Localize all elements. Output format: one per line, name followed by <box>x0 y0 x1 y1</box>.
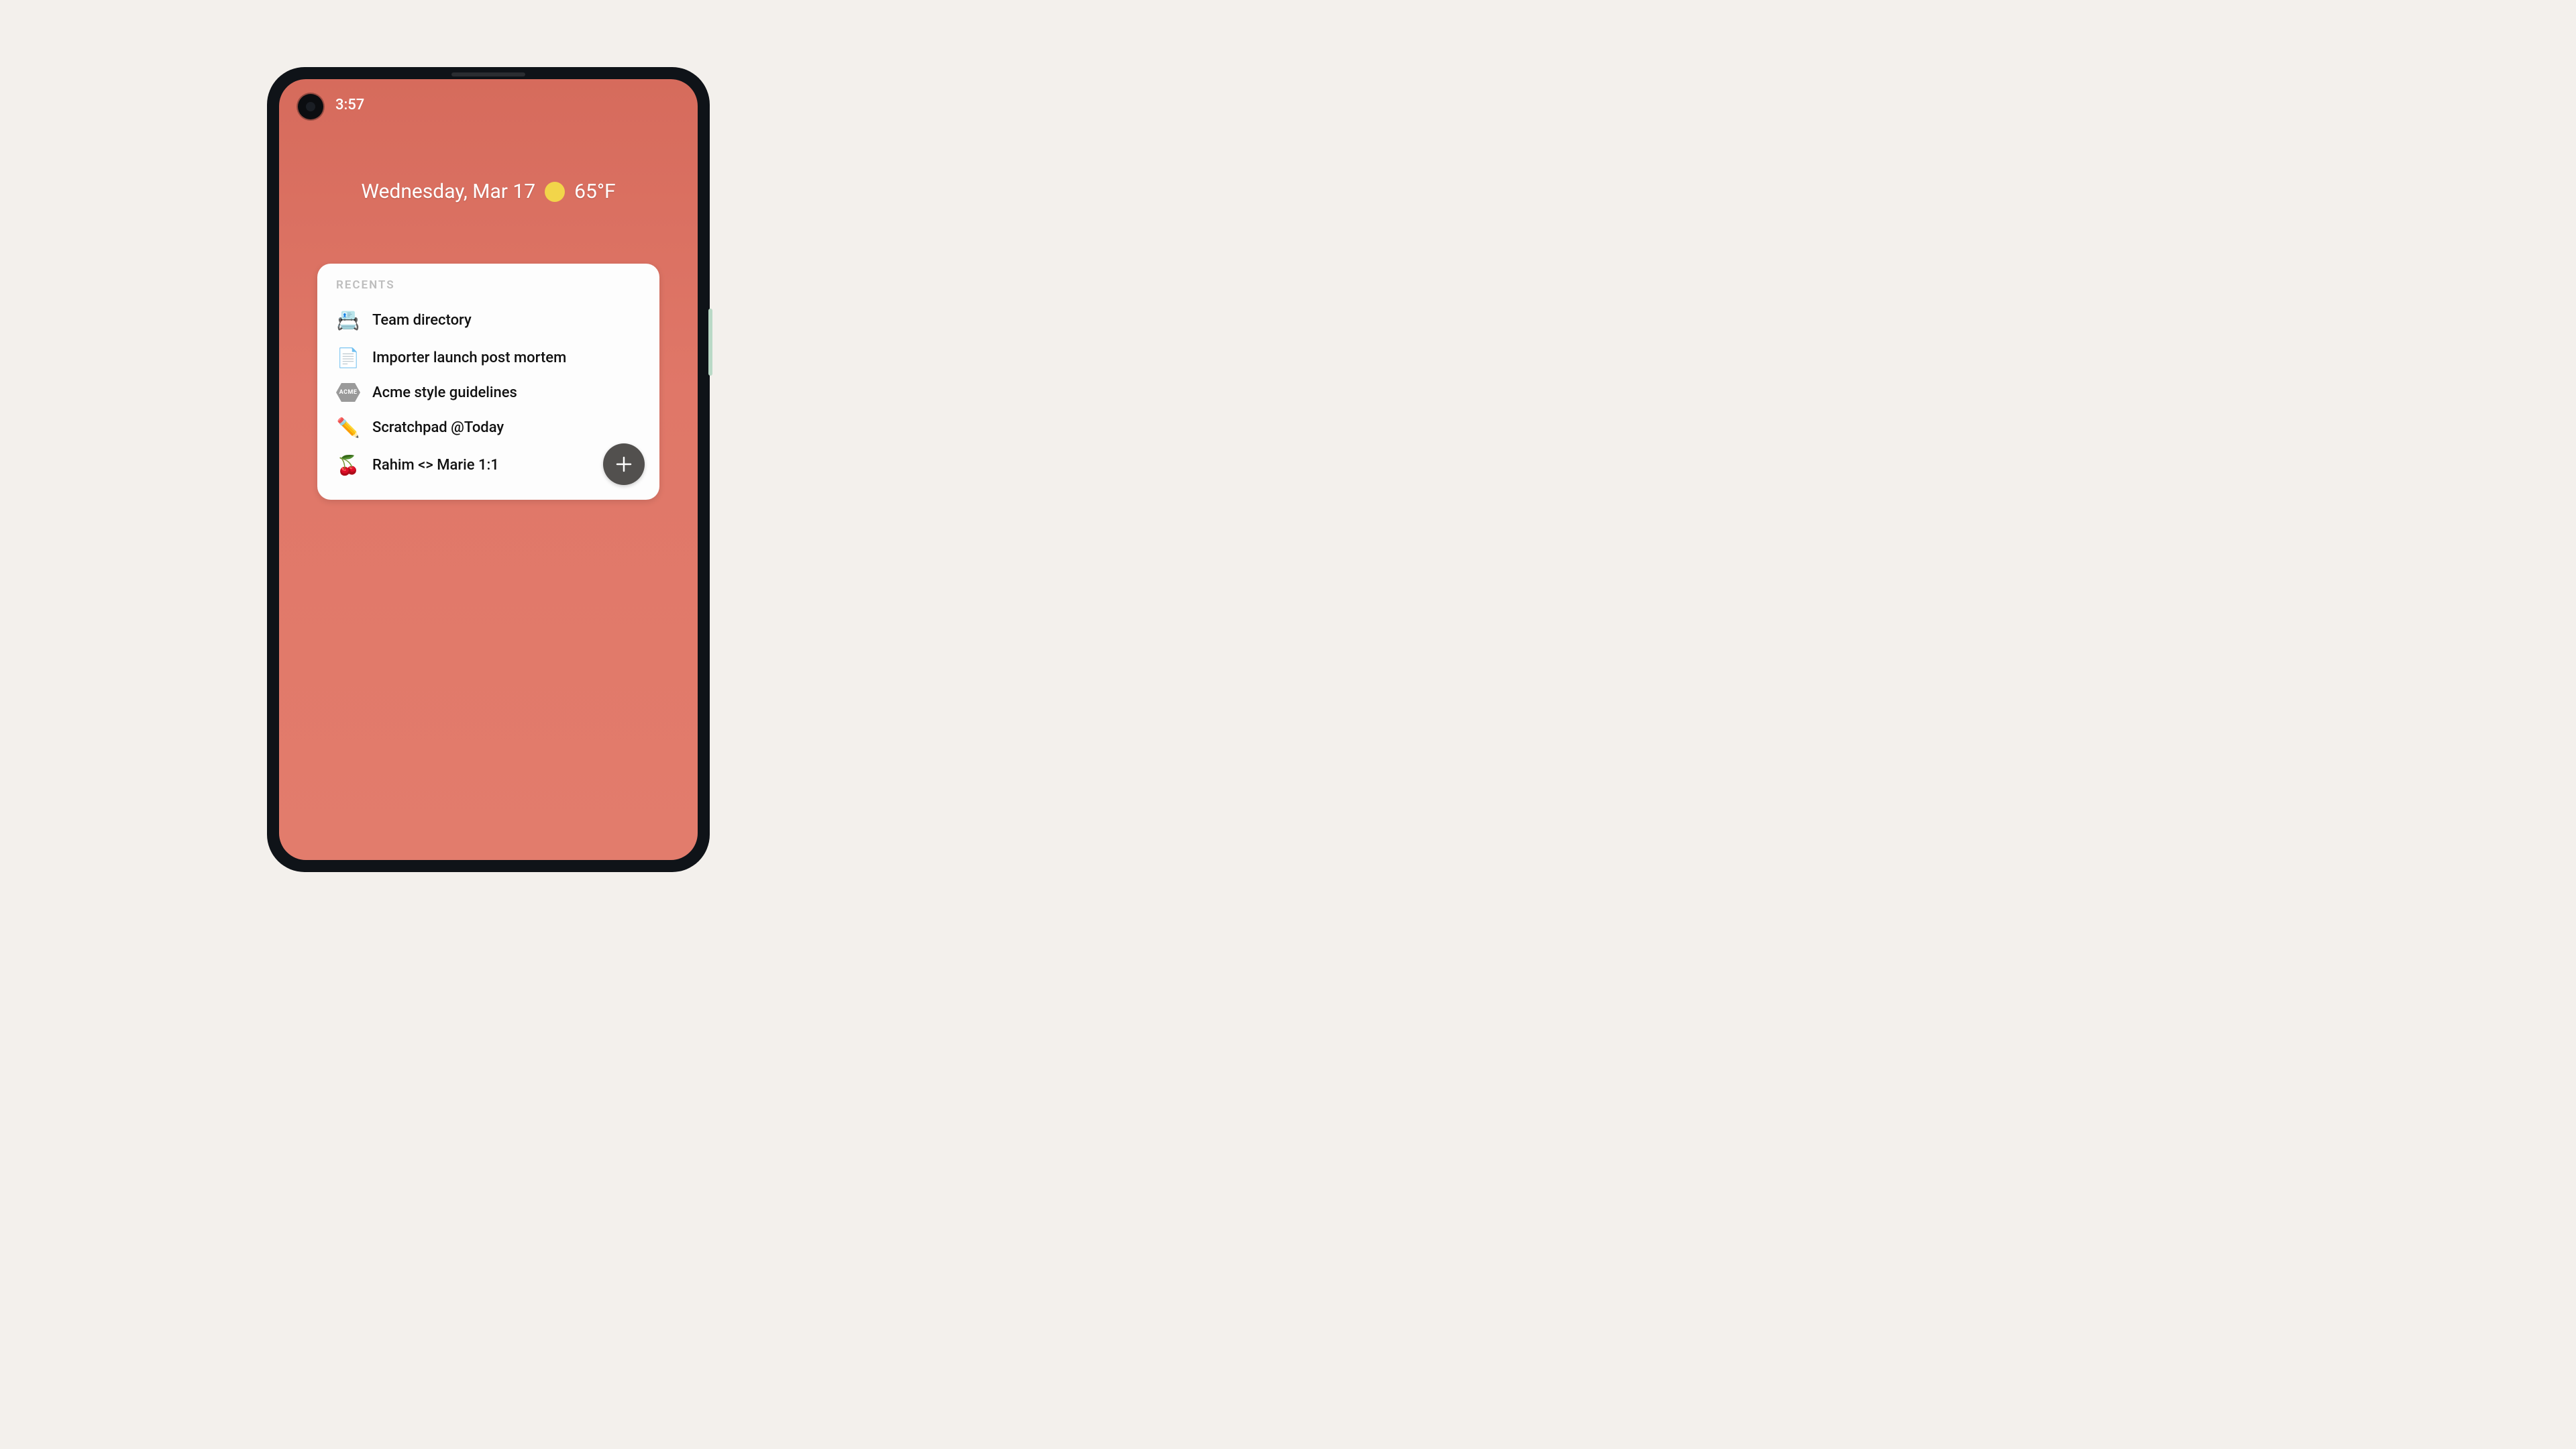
list-item[interactable]: ✏️ Scratchpad @Today <box>336 409 641 446</box>
list-item[interactable]: 📄 Importer launch post mortem <box>336 339 641 376</box>
temperature-label: 65°F <box>574 180 616 203</box>
date-label: Wednesday, Mar 17 <box>361 180 535 203</box>
list-item[interactable]: ACME Acme style guidelines <box>336 376 641 409</box>
list-item[interactable]: 🍒 Rahim <> Marie 1:1 <box>336 446 641 484</box>
camera-lens <box>306 102 315 111</box>
add-button[interactable] <box>603 443 645 485</box>
power-button[interactable] <box>708 309 712 376</box>
list-item[interactable]: 📇 Team directory <box>336 301 641 339</box>
list-item-label: Rahim <> Marie 1:1 <box>372 457 499 474</box>
phone-speaker <box>451 72 525 76</box>
sun-icon <box>545 182 565 202</box>
recents-widget[interactable]: RECENTS 📇 Team directory 📄 Importer laun… <box>317 264 659 500</box>
front-camera <box>298 94 323 119</box>
list-item-label: Scratchpad @Today <box>372 419 504 436</box>
status-bar-time: 3:57 <box>335 97 364 113</box>
acme-logo-icon: ACME <box>336 383 360 402</box>
phone-frame: 3:57 Wednesday, Mar 17 65°F RECENTS 📇 Te… <box>267 67 710 872</box>
card-file-icon: 📇 <box>336 308 360 332</box>
list-item-label: Team directory <box>372 312 472 329</box>
pencil-icon: ✏️ <box>336 415 360 439</box>
widget-header: RECENTS <box>336 278 641 292</box>
plus-icon <box>614 455 633 474</box>
list-item-label: Importer launch post mortem <box>372 350 566 366</box>
phone-screen: 3:57 Wednesday, Mar 17 65°F RECENTS 📇 Te… <box>279 79 698 860</box>
cherries-icon: 🍒 <box>336 453 360 477</box>
list-item-label: Acme style guidelines <box>372 384 517 401</box>
date-weather-widget[interactable]: Wednesday, Mar 17 65°F <box>279 180 698 203</box>
document-icon: 📄 <box>336 345 360 370</box>
